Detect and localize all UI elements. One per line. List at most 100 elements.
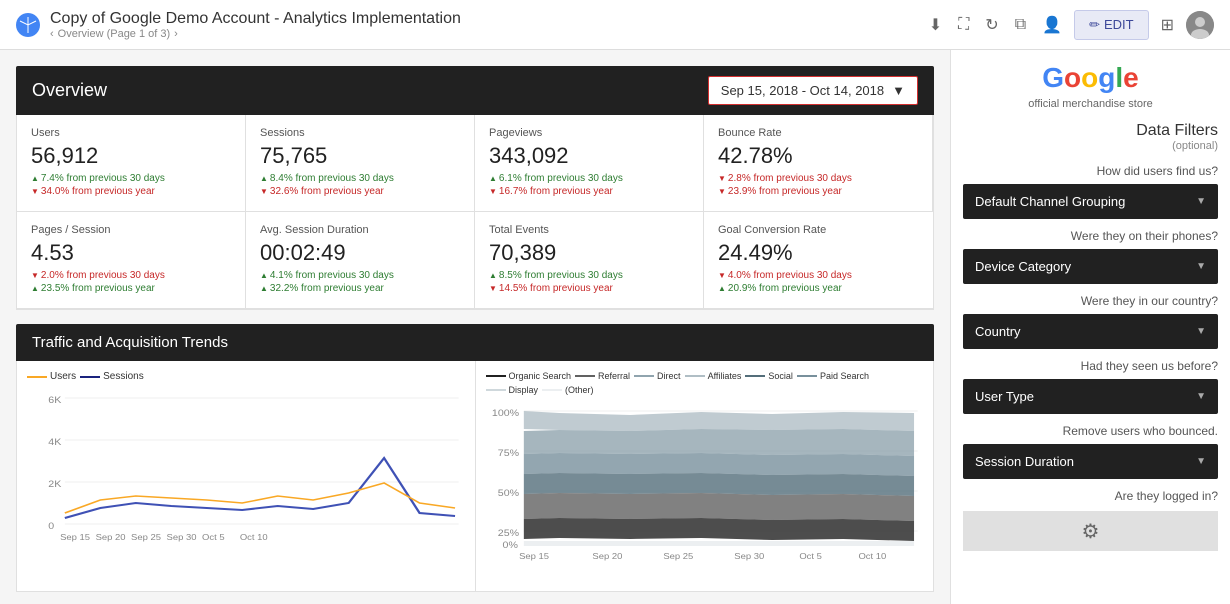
filter-label-usertype: User Type: [975, 389, 1034, 404]
arrow-up-icon: [260, 283, 268, 294]
arrow-down-icon: [489, 283, 497, 294]
breadcrumb: ‹ Overview (Page 1 of 3) ›: [50, 28, 461, 40]
metric-label-0: Users: [31, 127, 231, 139]
user-avatar[interactable]: [1186, 11, 1214, 39]
metric-change-1-0: 8.4% from previous 30 days: [260, 173, 460, 184]
charts-container: Users Sessions 6K 4K 2K 0: [16, 361, 934, 592]
metric-cell-6: Total Events70,389 8.5% from previous 30…: [475, 212, 704, 309]
cursor-indicator: [1022, 52, 1030, 60]
metric-label-1: Sessions: [260, 127, 460, 139]
metric-cell-4: Pages / Session4.53 2.0% from previous 3…: [17, 212, 246, 309]
metric-change-7-0: 4.0% from previous 30 days: [718, 270, 919, 281]
grid-icon[interactable]: ⊞: [1157, 11, 1178, 39]
gear-section: ⚙: [963, 511, 1218, 551]
metrics-grid: Users56,912 7.4% from previous 30 days 3…: [16, 115, 934, 310]
svg-text:50%: 50%: [497, 489, 519, 499]
metric-value-3: 42.78%: [718, 143, 918, 169]
metric-change-4-0: 2.0% from previous 30 days: [31, 270, 231, 281]
stacked-chart-legend: Organic Search Referral Direct Affiliate…: [486, 371, 924, 395]
svg-text:Oct 5: Oct 5: [799, 552, 822, 561]
arrow-up-icon: [260, 270, 268, 281]
metric-change-0-1: 34.0% from previous year: [31, 186, 231, 197]
metric-change-0-0: 7.4% from previous 30 days: [31, 173, 231, 184]
date-range-selector[interactable]: Sep 15, 2018 - Oct 14, 2018 ▼: [708, 76, 918, 105]
arrow-down-icon: [489, 186, 497, 197]
main-layout: Overview Sep 15, 2018 - Oct 14, 2018 ▼ U…: [0, 50, 1230, 604]
svg-text:25%: 25%: [497, 529, 519, 539]
filter-question-1: Were they on their phones?: [963, 229, 1218, 243]
filter-label-channel: Default Channel Grouping: [975, 194, 1125, 209]
legend-affiliates: Affiliates: [685, 371, 742, 381]
metric-change-3-0: 2.8% from previous 30 days: [718, 173, 918, 184]
legend-referral: Referral: [575, 371, 630, 381]
legend-direct: Direct: [634, 371, 681, 381]
filter-dropdown-session[interactable]: Session Duration ▼: [963, 444, 1218, 479]
filter-dropdown-channel[interactable]: Default Channel Grouping ▼: [963, 184, 1218, 219]
arrow-up-icon: [260, 173, 268, 184]
svg-text:Sep 30: Sep 30: [167, 533, 197, 542]
traffic-header: Traffic and Acquisition Trends: [16, 324, 934, 361]
filter-dropdown-device[interactable]: Device Category ▼: [963, 249, 1218, 284]
svg-text:100%: 100%: [491, 409, 518, 419]
metric-change-2-0: 6.1% from previous 30 days: [489, 173, 689, 184]
metric-label-4: Pages / Session: [31, 224, 231, 236]
arrow-down-icon: [718, 270, 726, 281]
filter-dropdown-country[interactable]: Country ▼: [963, 314, 1218, 349]
filter-question-5: Are they logged in?: [963, 489, 1218, 503]
svg-text:Oct 10: Oct 10: [240, 533, 268, 542]
arrow-up-icon: [718, 283, 726, 294]
arrow-up-icon: [489, 270, 497, 281]
data-filters-subtitle: (optional): [963, 140, 1218, 152]
legend-display: Display: [486, 385, 539, 395]
data-filters-title: Data Filters: [963, 122, 1218, 140]
svg-text:Sep 15: Sep 15: [60, 533, 90, 542]
dropdown-arrow-icon: ▼: [892, 83, 905, 98]
arrow-down-icon: [260, 186, 268, 197]
share-button[interactable]: 👤: [1038, 11, 1066, 39]
line-chart-svg: 6K 4K 2K 0 Sep 15 Sep 20 Sep 2: [27, 388, 465, 568]
refresh-button[interactable]: ↻: [981, 11, 1002, 39]
page-title: Copy of Google Demo Account - Analytics …: [50, 10, 461, 28]
svg-text:Oct 10: Oct 10: [858, 552, 886, 561]
filter-question-4: Remove users who bounced.: [963, 424, 1218, 438]
arrow-down-icon: [31, 186, 39, 197]
line-chart-legend: Users Sessions: [27, 371, 465, 382]
metric-change-1-1: 32.6% from previous year: [260, 186, 460, 197]
legend-other: (Other): [542, 385, 594, 395]
chevron-right-icon: ›: [174, 28, 178, 40]
filter-question-0: How did users find us?: [963, 164, 1218, 178]
svg-text:0: 0: [48, 522, 54, 532]
svg-text:0%: 0%: [502, 541, 518, 551]
metric-change-7-1: 20.9% from previous year: [718, 283, 919, 294]
dropdown-arrow-country: ▼: [1196, 326, 1206, 337]
line-chart: Users Sessions 6K 4K 2K 0: [17, 361, 476, 591]
legend-social: Social: [745, 371, 793, 381]
header-actions: ⬇ ⛶ ↻ ⧉ 👤 ✏ EDIT ⊞: [925, 10, 1214, 40]
metric-value-2: 343,092: [489, 143, 689, 169]
traffic-title: Traffic and Acquisition Trends: [32, 334, 228, 351]
svg-text:Sep 20: Sep 20: [592, 552, 622, 561]
legend-organic: Organic Search: [486, 371, 572, 381]
fullscreen-button[interactable]: ⛶: [954, 12, 973, 38]
header-left: Copy of Google Demo Account - Analytics …: [16, 10, 461, 40]
filter-dropdown-usertype[interactable]: User Type ▼: [963, 379, 1218, 414]
filter-label-session: Session Duration: [975, 454, 1074, 469]
svg-text:6K: 6K: [48, 396, 61, 406]
svg-text:4K: 4K: [48, 438, 61, 448]
content-area: Overview Sep 15, 2018 - Oct 14, 2018 ▼ U…: [0, 50, 950, 604]
metric-value-5: 00:02:49: [260, 240, 460, 266]
legend-users: Users: [27, 371, 76, 382]
copy-button[interactable]: ⧉: [1011, 12, 1030, 38]
dropdown-arrow-device: ▼: [1196, 261, 1206, 272]
metric-label-7: Goal Conversion Rate: [718, 224, 919, 236]
edit-button[interactable]: ✏ EDIT: [1074, 10, 1149, 40]
arrow-up-icon: [31, 283, 39, 294]
svg-text:Sep 25: Sep 25: [131, 533, 161, 542]
metric-change-5-0: 4.1% from previous 30 days: [260, 270, 460, 281]
gear-icon[interactable]: ⚙: [1082, 519, 1100, 544]
google-logo: Google: [963, 62, 1218, 94]
svg-text:Sep 30: Sep 30: [734, 552, 764, 561]
download-button[interactable]: ⬇: [925, 11, 946, 39]
arrow-up-icon: [489, 173, 497, 184]
metric-change-2-1: 16.7% from previous year: [489, 186, 689, 197]
